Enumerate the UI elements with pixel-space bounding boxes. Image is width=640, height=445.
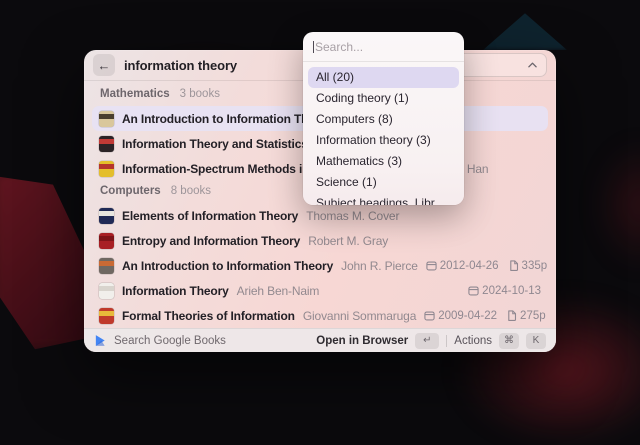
chevron-up-icon xyxy=(528,62,537,68)
book-meta: 2024-10-13 xyxy=(468,285,541,297)
book-cover-accent xyxy=(99,261,114,266)
book-cover-accent xyxy=(99,286,114,291)
footer-divider xyxy=(446,335,447,347)
calendar-icon xyxy=(424,310,435,321)
book-cover-accent xyxy=(99,311,114,316)
book-cover-accent xyxy=(99,114,114,119)
section-name: Computers xyxy=(100,185,161,197)
book-author: Robert M. Gray xyxy=(308,234,388,248)
dropdown-option[interactable]: All (20) xyxy=(308,67,459,88)
wallpaper-red-glow-right xyxy=(595,140,640,270)
page-count-value: 335p xyxy=(522,260,548,272)
page-icon xyxy=(509,260,519,271)
book-title: Formal Theories of Information xyxy=(122,309,295,323)
calendar-icon xyxy=(468,285,479,296)
dropdown-option[interactable]: Coding theory (1) xyxy=(308,88,459,109)
book-cover-accent xyxy=(99,236,114,241)
book-cover-icon xyxy=(99,258,114,274)
section-name: Mathematics xyxy=(100,88,170,100)
publish-date-value: 2009-04-22 xyxy=(438,310,497,322)
source-label: Search Google Books xyxy=(114,335,226,347)
book-cover-icon xyxy=(99,233,114,249)
dropdown-search-placeholder: Search... xyxy=(315,40,363,54)
list-item[interactable]: An Introduction to Information Theory Joh… xyxy=(92,253,548,278)
actions-button[interactable]: Actions xyxy=(454,335,492,347)
book-author: Thomas M. Cover xyxy=(306,209,399,223)
publish-date: 2012-04-26 xyxy=(426,260,499,272)
book-cover-icon xyxy=(99,283,114,299)
back-arrow-icon: ← xyxy=(98,58,111,73)
publish-date: 2009-04-22 xyxy=(424,310,497,322)
dropdown-option[interactable]: Science (1) xyxy=(308,172,459,193)
page-icon xyxy=(507,310,517,321)
section-count: 3 books xyxy=(180,88,220,100)
list-item[interactable]: Elements of Information Theory Thomas M. … xyxy=(92,203,548,228)
dropdown-option[interactable]: Information theory (3) xyxy=(308,130,459,151)
book-meta: 2012-04-26 335p xyxy=(426,260,547,272)
google-books-icon xyxy=(94,334,107,347)
book-title: Information Theory and Statistics xyxy=(122,137,308,151)
text-cursor xyxy=(313,41,314,53)
page-count: 335p xyxy=(509,260,548,272)
calendar-icon xyxy=(426,260,437,271)
book-author: Arieh Ben-Naim xyxy=(237,284,320,298)
search-query[interactable]: information theory xyxy=(124,58,237,73)
book-title: An Introduction to Information Theory xyxy=(122,259,333,273)
book-cover-accent xyxy=(99,139,114,144)
book-meta: 2009-04-22 275p xyxy=(424,310,545,322)
book-cover-icon xyxy=(99,308,114,324)
footer-bar: Search Google Books Open in Browser ↵ Ac… xyxy=(84,328,556,352)
command-key-icon: ⌘ xyxy=(499,333,519,349)
back-button[interactable]: ← xyxy=(93,54,115,76)
dropdown-option[interactable]: Mathematics (3) xyxy=(308,151,459,172)
publish-date-value: 2012-04-26 xyxy=(440,260,499,272)
list-item[interactable]: Formal Theories of Information Giovanni S… xyxy=(92,303,548,328)
filter-dropdown-panel: Search... All (20)Coding theory (1)Compu… xyxy=(303,32,464,205)
book-cover-icon xyxy=(99,208,114,224)
dropdown-options-list: All (20)Coding theory (1)Computers (8)In… xyxy=(303,62,464,205)
section-count: 8 books xyxy=(171,185,211,197)
book-author: Giovanni Sommaruga xyxy=(303,309,416,323)
book-title: Information Theory xyxy=(122,284,229,298)
publish-date-value: 2024-10-13 xyxy=(482,285,541,297)
dropdown-option[interactable]: Computers (8) xyxy=(308,109,459,130)
book-title: Elements of Information Theory xyxy=(122,209,298,223)
book-author: John R. Pierce xyxy=(341,259,418,273)
book-cover-icon xyxy=(99,161,114,177)
list-item[interactable]: Information Theory Arieh Ben-Naim 2024-10-… xyxy=(92,278,548,303)
return-key-icon: ↵ xyxy=(415,333,439,349)
k-key-icon: K xyxy=(526,333,546,349)
dropdown-option[interactable]: Subject headings, Library of Con… xyxy=(308,193,459,205)
list-item[interactable]: Entropy and Information Theory Robert M. … xyxy=(92,228,548,253)
publish-date: 2024-10-13 xyxy=(468,285,541,297)
book-cover-accent xyxy=(99,164,114,169)
book-title: An Introduction to Information Theory xyxy=(122,112,333,126)
book-cover-icon xyxy=(99,111,114,127)
page-count: 275p xyxy=(507,310,546,322)
book-cover-icon xyxy=(99,136,114,152)
dropdown-search-input[interactable]: Search... xyxy=(303,32,464,61)
page-count-value: 275p xyxy=(520,310,546,322)
book-cover-accent xyxy=(99,211,114,216)
wallpaper-teal-triangle xyxy=(483,10,567,50)
open-in-browser-action[interactable]: Open in Browser xyxy=(316,335,408,347)
book-title: Entropy and Information Theory xyxy=(122,234,300,248)
